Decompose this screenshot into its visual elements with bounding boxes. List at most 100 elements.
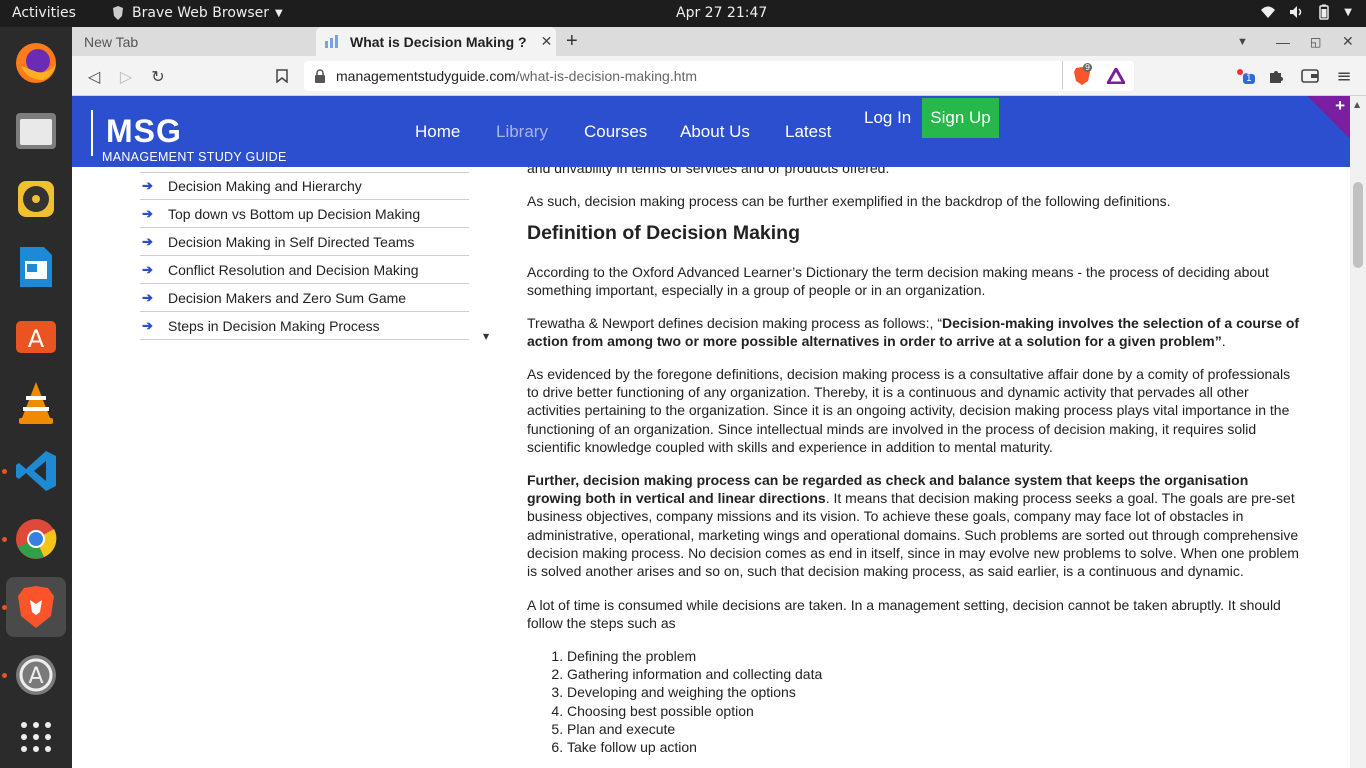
brave-icon[interactable] (6, 577, 66, 637)
sidebar-link-label: Steps in Decision Making Process (168, 317, 380, 334)
list-item: Choosing best possible option (567, 702, 822, 720)
new-tab-button[interactable]: + (566, 27, 586, 56)
svg-text:A: A (28, 325, 45, 353)
list-item: Gathering information and collecting dat… (567, 665, 822, 683)
tab-label: New Tab (84, 33, 139, 50)
plus-icon: + (1335, 96, 1345, 115)
brave-rewards-icon[interactable] (1106, 66, 1126, 86)
site-logo[interactable]: MSG (106, 113, 182, 150)
arrow-right-icon: ➔ (142, 205, 153, 221)
signup-button[interactable]: Sign Up (922, 98, 999, 138)
site-header: MSG MANAGEMENT STUDY GUIDE Home Library … (72, 96, 1350, 167)
sidebar-link-label: Conflict Resolution and Decision Making (168, 261, 419, 278)
article-paragraph: According to the Oxford Advanced Learner… (527, 264, 1269, 299)
battery-icon (1319, 4, 1330, 20)
activities-button[interactable]: Activities (12, 5, 76, 21)
article-paragraph: A lot of time is consumed while decision… (527, 597, 1281, 632)
sidebar-link-label: Decision Makers and Zero Sum Game (168, 289, 407, 306)
software-icon[interactable]: A (6, 305, 66, 365)
close-window-icon[interactable]: ✕ (1342, 27, 1358, 56)
reload-icon[interactable]: ↻ (148, 66, 168, 86)
sidebar-link[interactable]: ➔ Top down vs Bottom up Decision Making (140, 200, 469, 228)
article-heading: Definition of Decision Making (527, 222, 801, 244)
brave-shields-icon[interactable]: 9 (1072, 63, 1093, 86)
article-paragraph: As such, decision making process can be … (527, 193, 1171, 209)
dock: A A (0, 27, 72, 768)
sidebar-link[interactable]: ➔ Decision Making and Hierarchy (140, 172, 469, 200)
address-bar[interactable]: managementstudyguide.com/what-is-decisio… (304, 61, 1134, 91)
arrow-right-icon: ➔ (142, 177, 153, 193)
writer-icon[interactable] (6, 237, 66, 297)
nav-home[interactable]: Home (415, 122, 460, 142)
extensions-puzzle-icon[interactable] (1266, 66, 1286, 86)
wifi-icon (1261, 6, 1276, 18)
nav-about-us[interactable]: About Us (680, 122, 750, 142)
text-span: Trewatha & Newport defines decision maki… (527, 315, 942, 331)
arrow-right-icon: ➔ (142, 289, 153, 305)
maximize-icon[interactable]: ◱ (1310, 27, 1326, 56)
web-page: and drivability in terms of services and… (72, 96, 1366, 768)
sidebar-link[interactable]: ➔ Steps in Decision Making Process (140, 312, 469, 340)
svg-text:A: A (28, 664, 43, 689)
chrome-icon[interactable] (6, 509, 66, 569)
sidebar-link-label: Top down vs Bottom up Decision Making (168, 205, 421, 222)
tab-label: What is Decision Making ? (350, 33, 527, 50)
app-menu[interactable]: Brave Web Browser ▼ (110, 5, 283, 21)
sidebar-link[interactable]: ➔ Decision Making in Self Directed Teams (140, 228, 469, 256)
nav-latest[interactable]: Latest (785, 122, 831, 142)
text-span: . (1221, 333, 1226, 350)
app-name-label: Brave Web Browser (132, 5, 269, 21)
article-paragraph: As evidenced by the foregone definitions… (527, 366, 1291, 455)
menu-icon[interactable]: ≡ (1334, 66, 1354, 87)
system-tray[interactable]: ▼ (1260, 4, 1352, 20)
update-icon[interactable]: A (6, 645, 66, 705)
back-icon[interactable]: ◁ (84, 66, 104, 86)
minimize-icon[interactable]: — (1276, 27, 1292, 56)
extension-icon[interactable]: 1 (1234, 66, 1255, 86)
tab-new-tab[interactable]: New Tab (72, 27, 314, 56)
steps-list: Defining the problem Gathering informati… (567, 647, 822, 756)
apps-grid-icon[interactable] (6, 707, 66, 767)
list-item: Take follow up action (567, 738, 822, 756)
url-path: /what-is-decision-making.htm (515, 68, 698, 84)
volume-icon (1290, 6, 1302, 18)
system-top-bar: Activities Brave Web Browser ▼ Apr 27 21… (0, 0, 1366, 27)
login-link[interactable]: Log In (864, 108, 911, 128)
corner-plus-button[interactable]: + (1306, 96, 1350, 138)
close-tab-icon[interactable]: ✕ (541, 33, 553, 50)
tab-strip: New Tab What is Decision Making ? ✕ + ▼ … (72, 27, 1366, 56)
sidebar-link[interactable]: ➔ Conflict Resolution and Decision Making (140, 256, 469, 284)
sidebar-link-label: Decision Making in Self Directed Teams (168, 233, 415, 250)
list-item: Defining the problem (567, 647, 822, 665)
nav-courses[interactable]: Courses (584, 122, 647, 142)
article-paragraph: Trewatha & Newport defines decision maki… (527, 314, 1302, 350)
files-icon[interactable] (6, 101, 66, 161)
bookmark-icon[interactable] (272, 66, 292, 86)
browser-toolbar: ◁ ▷ ↻ managementstudyguide.com/what-is-d… (72, 56, 1366, 96)
scroll-up-icon[interactable]: ▲ (1354, 100, 1360, 109)
nav-library[interactable]: Library (496, 122, 548, 142)
wallet-icon[interactable] (1300, 66, 1320, 86)
tab-search-icon[interactable]: ▼ (1237, 27, 1253, 56)
tab-decision-making[interactable]: What is Decision Making ? ✕ (316, 27, 556, 56)
clock[interactable]: Apr 27 21:47 (676, 5, 767, 21)
vlc-icon[interactable] (6, 373, 66, 433)
chevron-down-icon: ▼ (1344, 6, 1352, 18)
site-logo-subtitle: MANAGEMENT STUDY GUIDE (102, 150, 287, 164)
arrow-right-icon: ➔ (142, 317, 153, 333)
sidebar-link-label: Decision Making and Hierarchy (168, 177, 362, 194)
page-scrollbar[interactable]: ▲ (1350, 96, 1366, 768)
extension-badge: 1 (1243, 74, 1255, 84)
brave-small-icon (113, 6, 123, 20)
rhythmbox-icon[interactable] (6, 169, 66, 229)
sidebar-scroll-down-icon[interactable]: ▼ (483, 332, 489, 341)
sidebar-link[interactable]: ➔ Decision Makers and Zero Sum Game (140, 284, 469, 312)
list-item: Developing and weighing the options (567, 683, 822, 701)
firefox-icon[interactable] (6, 33, 66, 93)
favicon-icon (325, 34, 338, 48)
vscode-icon[interactable] (6, 441, 66, 501)
url-domain: managementstudyguide.com (336, 68, 516, 84)
related-articles-list: ➔ Decision Making and Hierarchy ➔ Top down… (140, 172, 469, 340)
forward-icon[interactable]: ▷ (116, 66, 136, 86)
scrollbar-thumb[interactable] (1353, 182, 1363, 268)
